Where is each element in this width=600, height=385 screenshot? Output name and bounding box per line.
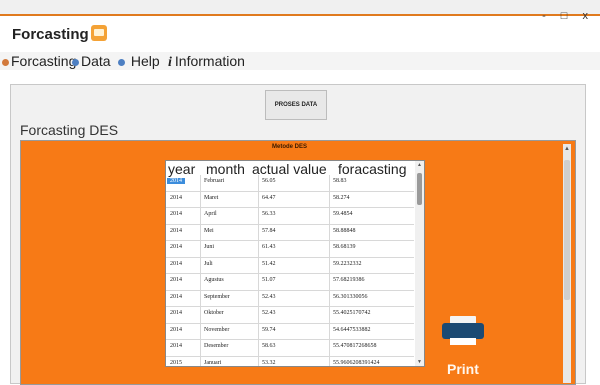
cell-actual: 57.84: [262, 227, 276, 234]
cell-forecasting: 58.274: [333, 194, 350, 201]
window-title: Forcasting: [12, 26, 89, 43]
cell-actual: 51.42: [262, 260, 276, 267]
cell-actual: 52.43: [262, 310, 276, 316]
cell-forecasting: 55.470817268658: [333, 343, 377, 349]
cell-year: 2014: [170, 277, 182, 283]
table-row[interactable]: 2014 Oktober 52.43 55.4025170742: [166, 307, 414, 324]
table-row[interactable]: 2015 Januari 53.32 55.9606208391424: [166, 357, 414, 367]
cell-actual: 53.32: [262, 359, 276, 366]
printer-icon[interactable]: [440, 316, 486, 346]
cell-year: 2014: [170, 194, 182, 201]
cell-forecasting: 59.4854: [333, 211, 353, 217]
cell-month: Desember: [204, 343, 229, 349]
cell-month: Februari: [204, 178, 225, 184]
cell-forecasting: 59.2232332: [333, 260, 362, 267]
window-controls[interactable]: - □ x: [542, 10, 594, 22]
menu-item-forcasting[interactable]: Forcasting: [2, 53, 76, 69]
table-row[interactable]: 2014 November 59.74 54.6447533882: [166, 324, 414, 340]
cell-forecasting: 57.68219386: [333, 277, 365, 283]
cell-month: Oktober: [204, 310, 224, 316]
printer-body: [442, 323, 484, 339]
cell-actual: 52.43: [262, 293, 276, 300]
cell-forecasting: 58.88848: [333, 227, 356, 234]
cell-actual: 59.74: [262, 326, 276, 333]
cell-month: Juli: [204, 260, 213, 267]
grid-scrollbar[interactable]: ▲ ▼: [415, 161, 424, 366]
info-icon: i: [168, 55, 172, 70]
cell-forecasting: 58.68139: [333, 244, 356, 250]
cell-year: 2014: [170, 326, 182, 333]
cell-month: Januari: [204, 359, 222, 366]
cell-forecasting: 56.301330056: [333, 293, 368, 300]
cell-forecasting: 55.4025170742: [333, 310, 371, 316]
cell-month: September: [204, 293, 230, 300]
results-grid[interactable]: year month actual value foracasting 2014…: [165, 160, 425, 367]
grid-scroll-thumb[interactable]: [417, 173, 422, 205]
proses-data-button[interactable]: PROSES DATA: [265, 90, 327, 120]
cell-month: Agustus: [204, 277, 224, 283]
cell-year: 2014: [170, 343, 182, 349]
grid-rows: 2014 Februari 56.05 58.83 2014 Maret 64.47 58.2…: [166, 175, 414, 367]
help-icon: [118, 58, 125, 66]
cell-forecasting: 55.9606208391424: [333, 359, 380, 366]
cell-actual: 58.63: [262, 343, 276, 349]
cell-actual: 61.43: [262, 244, 276, 250]
window-top-bar: [0, 0, 600, 16]
menu-item-help[interactable]: Help: [118, 53, 160, 69]
cell-year: 2014: [170, 244, 182, 250]
menu-item-data[interactable]: Data: [72, 53, 111, 69]
table-row[interactable]: 2014 Maret 64.47 58.274: [166, 192, 414, 208]
scroll-down-icon[interactable]: ▼: [417, 359, 422, 365]
cell-year: 2014: [170, 227, 182, 234]
cell-actual: 64.47: [262, 194, 276, 201]
section-label: Forcasting DES: [20, 122, 119, 138]
table-row[interactable]: 2014 April 56.33 59.4854: [166, 208, 414, 225]
cell-year: 2014: [167, 178, 185, 184]
cell-actual: 51.07: [262, 277, 276, 283]
table-row[interactable]: 2014 Juni 61.43 58.68139: [166, 241, 414, 258]
scroll-up-icon[interactable]: ▲: [417, 162, 422, 168]
app-icon: [91, 25, 107, 41]
cell-year: 2014: [170, 260, 182, 267]
cell-forecasting: 58.83: [333, 178, 347, 184]
panel-scroll-thumb[interactable]: [564, 160, 570, 300]
cell-year: 2014: [170, 211, 182, 217]
cell-actual: 56.33: [262, 211, 276, 217]
menu-bar: Forcasting Data Help i Information: [0, 52, 600, 70]
scroll-up-icon[interactable]: ▲: [564, 146, 570, 152]
cell-month: November: [204, 326, 230, 333]
print-button[interactable]: Print: [447, 361, 479, 377]
printer-tray: [450, 338, 476, 345]
cell-month: Maret: [204, 194, 219, 201]
cell-year: 2014: [170, 293, 182, 300]
menu-item-information[interactable]: i Information: [168, 53, 245, 71]
panel-title: Metode DES: [272, 144, 308, 150]
data-icon: [72, 58, 79, 66]
cell-year: 2014: [170, 310, 182, 316]
cell-month: Juni: [204, 244, 215, 250]
cell-month: April: [204, 211, 217, 217]
table-row[interactable]: 2014 September 52.43 56.301330056: [166, 291, 414, 307]
cell-forecasting: 54.6447533882: [333, 326, 371, 333]
table-row[interactable]: 2014 Februari 56.05 58.83: [166, 175, 414, 192]
cell-actual: 56.05: [262, 178, 276, 184]
panel-scrollbar[interactable]: ▲: [563, 144, 571, 383]
table-row[interactable]: 2014 Desember 58.63 55.470817268658: [166, 340, 414, 357]
forcasting-icon: [2, 58, 9, 66]
cell-year: 2015: [170, 359, 182, 366]
table-row[interactable]: 2014 Mei 57.84 58.88848: [166, 225, 414, 241]
table-row[interactable]: 2014 Agustus 51.07 57.68219386: [166, 274, 414, 291]
table-row[interactable]: 2014 Juli 51.42 59.2232332: [166, 258, 414, 274]
cell-month: Mei: [204, 227, 214, 234]
